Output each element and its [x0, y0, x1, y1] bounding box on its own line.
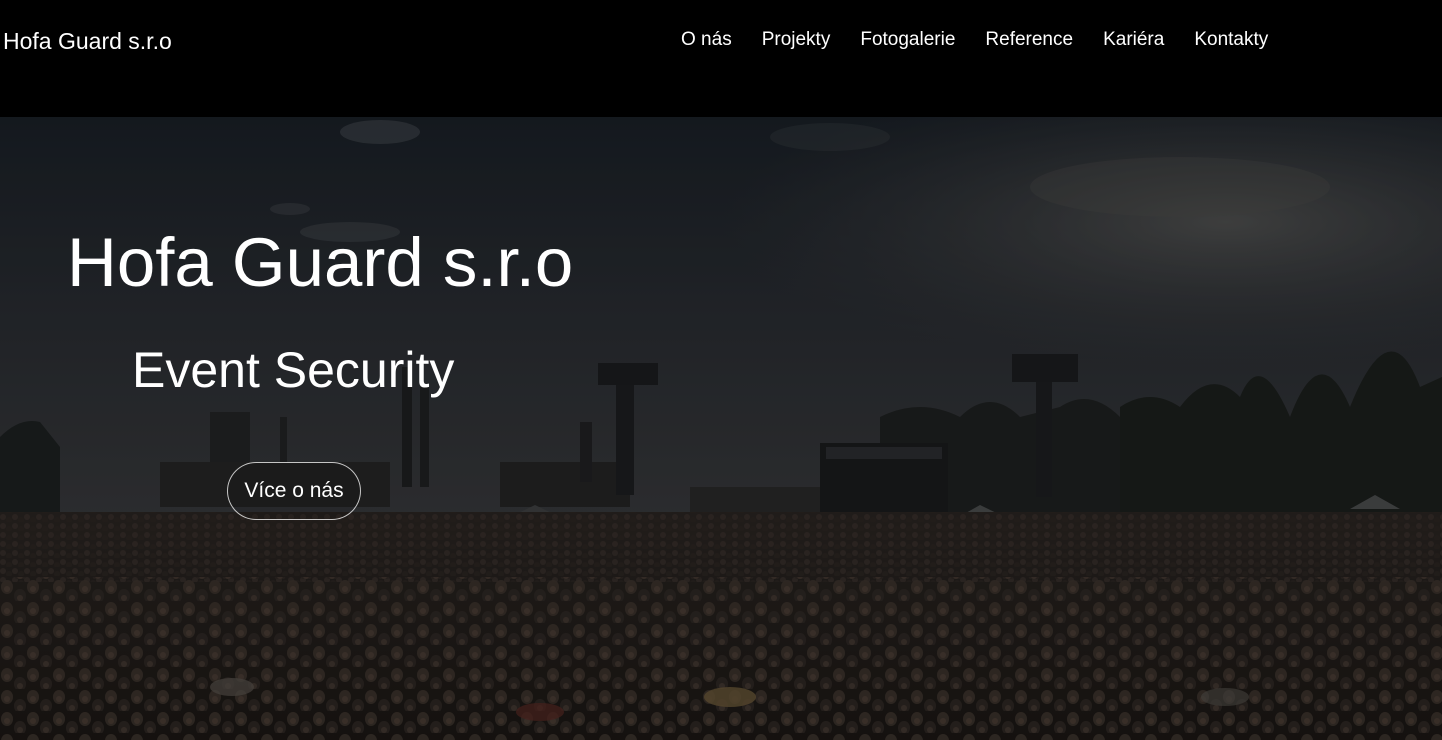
hero-background-image	[0, 117, 1442, 740]
nav-link-kontakty[interactable]: Kontakty	[1179, 26, 1283, 54]
nav-link-o-nas[interactable]: O nás	[666, 26, 747, 54]
hero-subtitle: Event Security	[132, 342, 455, 398]
top-navbar: Hofa Guard s.r.o O nás Projekty Fotogale…	[0, 0, 1442, 117]
hero-section: Hofa Guard s.r.o Event Security Více o n…	[0, 117, 1442, 740]
more-about-us-button[interactable]: Více o nás	[227, 462, 361, 520]
hero-title: Hofa Guard s.r.o	[67, 224, 574, 301]
brand-logo-link[interactable]: Hofa Guard s.r.o	[3, 27, 172, 55]
nav-link-projekty[interactable]: Projekty	[747, 26, 846, 54]
nav-link-fotogalerie[interactable]: Fotogalerie	[845, 26, 970, 54]
nav-link-reference[interactable]: Reference	[970, 26, 1088, 54]
nav-menu: O nás Projekty Fotogalerie Reference Kar…	[666, 26, 1283, 54]
nav-link-kariera[interactable]: Kariéra	[1088, 26, 1179, 54]
